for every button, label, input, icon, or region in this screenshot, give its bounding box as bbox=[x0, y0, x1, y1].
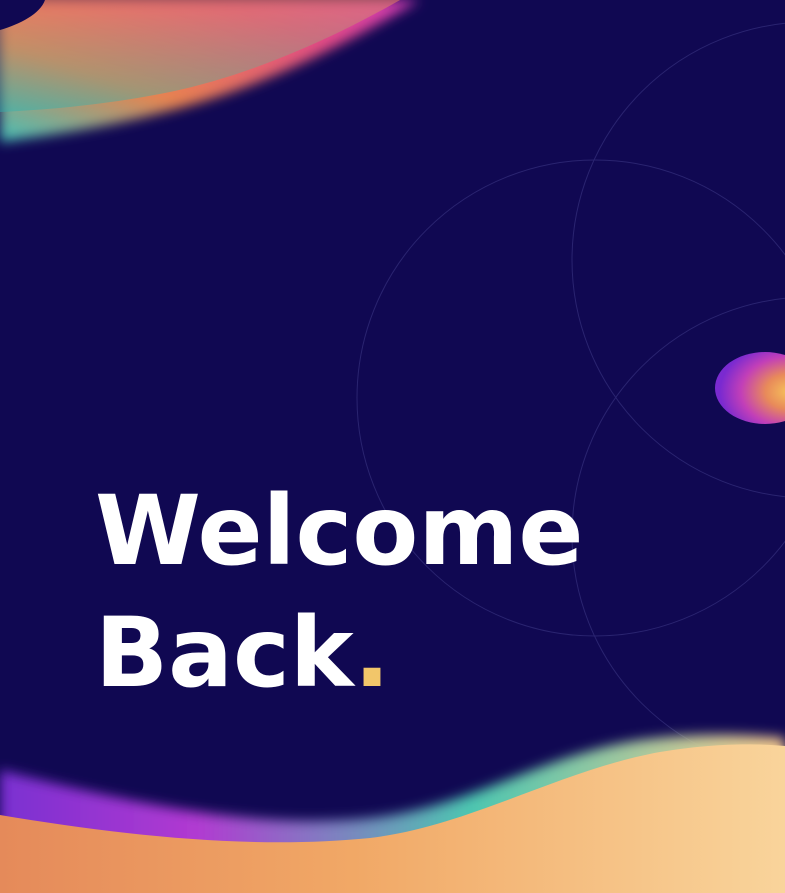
welcome-heading: Welcome Back. bbox=[95, 470, 583, 714]
orb-shape bbox=[715, 352, 785, 424]
background-artwork bbox=[0, 0, 785, 893]
welcome-heading-line-2: Back. bbox=[95, 592, 583, 714]
welcome-screen: Welcome Back. bbox=[0, 0, 785, 893]
welcome-heading-back-text: Back bbox=[95, 597, 354, 709]
accent-dot: . bbox=[353, 597, 391, 709]
welcome-heading-line-1: Welcome bbox=[95, 475, 584, 587]
top-wave-shape bbox=[0, 0, 420, 142]
bottom-wave-shape bbox=[0, 734, 785, 893]
